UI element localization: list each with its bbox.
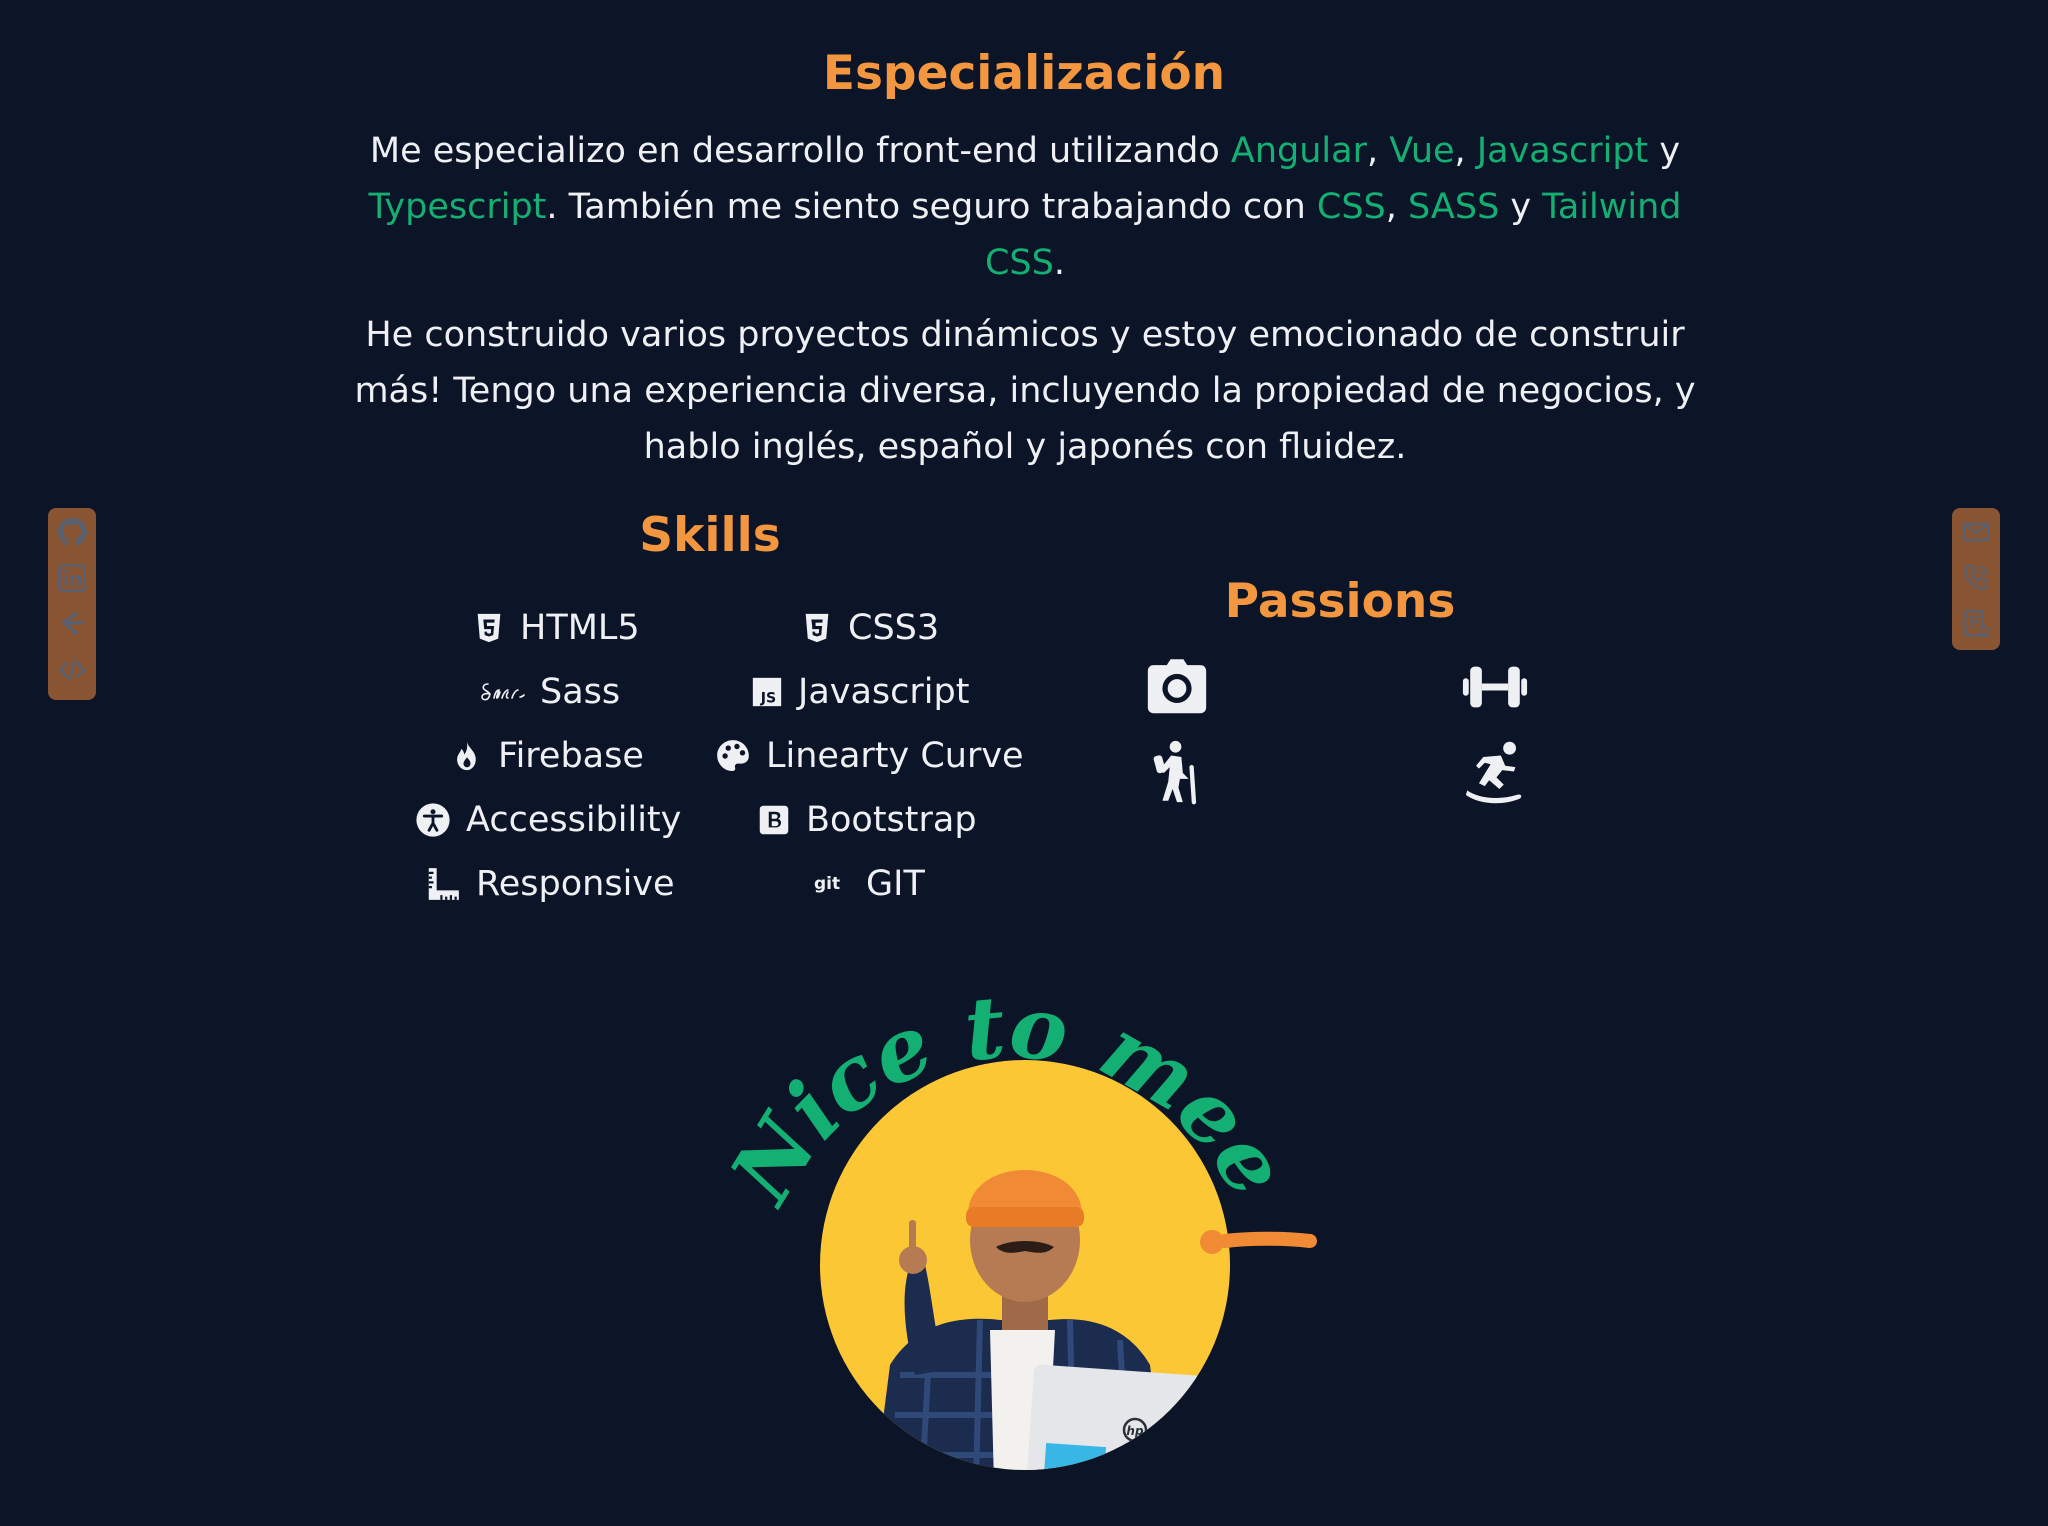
tech-highlight: Angular	[1230, 131, 1367, 171]
tech-highlight: CSS	[1316, 187, 1386, 227]
skill-label: HTML5	[520, 608, 640, 648]
laptop-brand-logo: hp	[1126, 1424, 1144, 1438]
skill-label: CSS3	[848, 608, 940, 648]
javascript-icon: JS	[750, 675, 784, 709]
skill-label: Firebase	[498, 736, 644, 776]
git-icon: git	[814, 867, 852, 901]
skill-firebase: Firebase	[450, 736, 644, 776]
specialization-title: Especialización	[822, 46, 1226, 101]
paragraph-text: ,	[1454, 131, 1477, 171]
paragraph-text: ,	[1366, 131, 1390, 171]
hero-nice-to-meet-you: hp Nice to meet you!	[669, 895, 1350, 1522]
snowboarding-icon	[1460, 738, 1530, 808]
paragraph-text: ,	[1385, 187, 1409, 227]
resume-icon[interactable]	[1960, 608, 1992, 640]
skill-sass: Sass	[478, 672, 620, 712]
skill-label: Javascript	[798, 672, 970, 712]
svg-text:JS: JS	[760, 691, 776, 707]
skill-accessibility: Accessibility	[414, 800, 681, 840]
palette-icon	[714, 737, 752, 775]
specialization-paragraph-1: Me especializo en desarrollo front-end u…	[330, 123, 1720, 291]
github-icon[interactable]	[56, 516, 88, 548]
hiking-icon	[1142, 738, 1212, 808]
skill-label: Bootstrap	[806, 800, 977, 840]
phone-icon[interactable]	[1960, 562, 1992, 594]
paragraph-text: y	[1648, 131, 1681, 171]
bootstrap-icon	[756, 802, 792, 838]
skill-label: Sass	[540, 672, 621, 712]
paragraph-text: y	[1499, 187, 1543, 227]
skill-javascript: JS Javascript	[750, 672, 969, 712]
codewars-icon[interactable]	[56, 608, 88, 640]
social-links-rail	[48, 508, 96, 700]
paragraph-text: .	[1053, 243, 1065, 283]
html5-icon	[472, 611, 506, 645]
skill-label: GIT	[866, 864, 925, 904]
skill-label: Linearty Curve	[766, 736, 1024, 776]
skill-html5: HTML5	[472, 608, 640, 648]
code-icon[interactable]	[56, 654, 88, 686]
tech-highlight: Javascript	[1476, 131, 1649, 171]
ruler-icon	[424, 865, 462, 903]
contact-links-rail	[1952, 508, 2000, 650]
firebase-flame-icon	[450, 739, 484, 773]
skill-bootstrap: Bootstrap	[756, 800, 977, 840]
camera-icon	[1142, 652, 1212, 722]
paragraph-text: . También me siento seguro trabajando co…	[546, 187, 1317, 227]
tech-highlight: Vue	[1389, 131, 1455, 171]
skills-title: Skills	[639, 508, 781, 563]
specialization-paragraph-2: He construido varios proyectos dinámicos…	[354, 315, 1696, 467]
skill-git: git GIT	[814, 864, 925, 904]
css3-icon	[800, 611, 834, 645]
dumbbell-icon	[1460, 652, 1530, 722]
skill-responsive: Responsive	[424, 864, 675, 904]
skill-label: Responsive	[476, 864, 675, 904]
accessibility-icon	[414, 801, 452, 839]
svg-text:git: git	[814, 874, 840, 894]
paragraph-text: Me especializo en desarrollo front-end u…	[369, 131, 1231, 171]
sass-icon	[478, 675, 526, 709]
tech-highlight: SASS	[1408, 187, 1500, 227]
skill-label: Accessibility	[466, 800, 682, 840]
email-icon[interactable]	[1960, 516, 1992, 548]
skill-css3: CSS3	[800, 608, 939, 648]
passions-title: Passions	[1224, 574, 1456, 629]
skill-linearty-curve: Linearty Curve	[714, 736, 1024, 776]
tech-highlight: Typescript	[368, 187, 547, 227]
linkedin-icon[interactable]	[56, 562, 88, 594]
